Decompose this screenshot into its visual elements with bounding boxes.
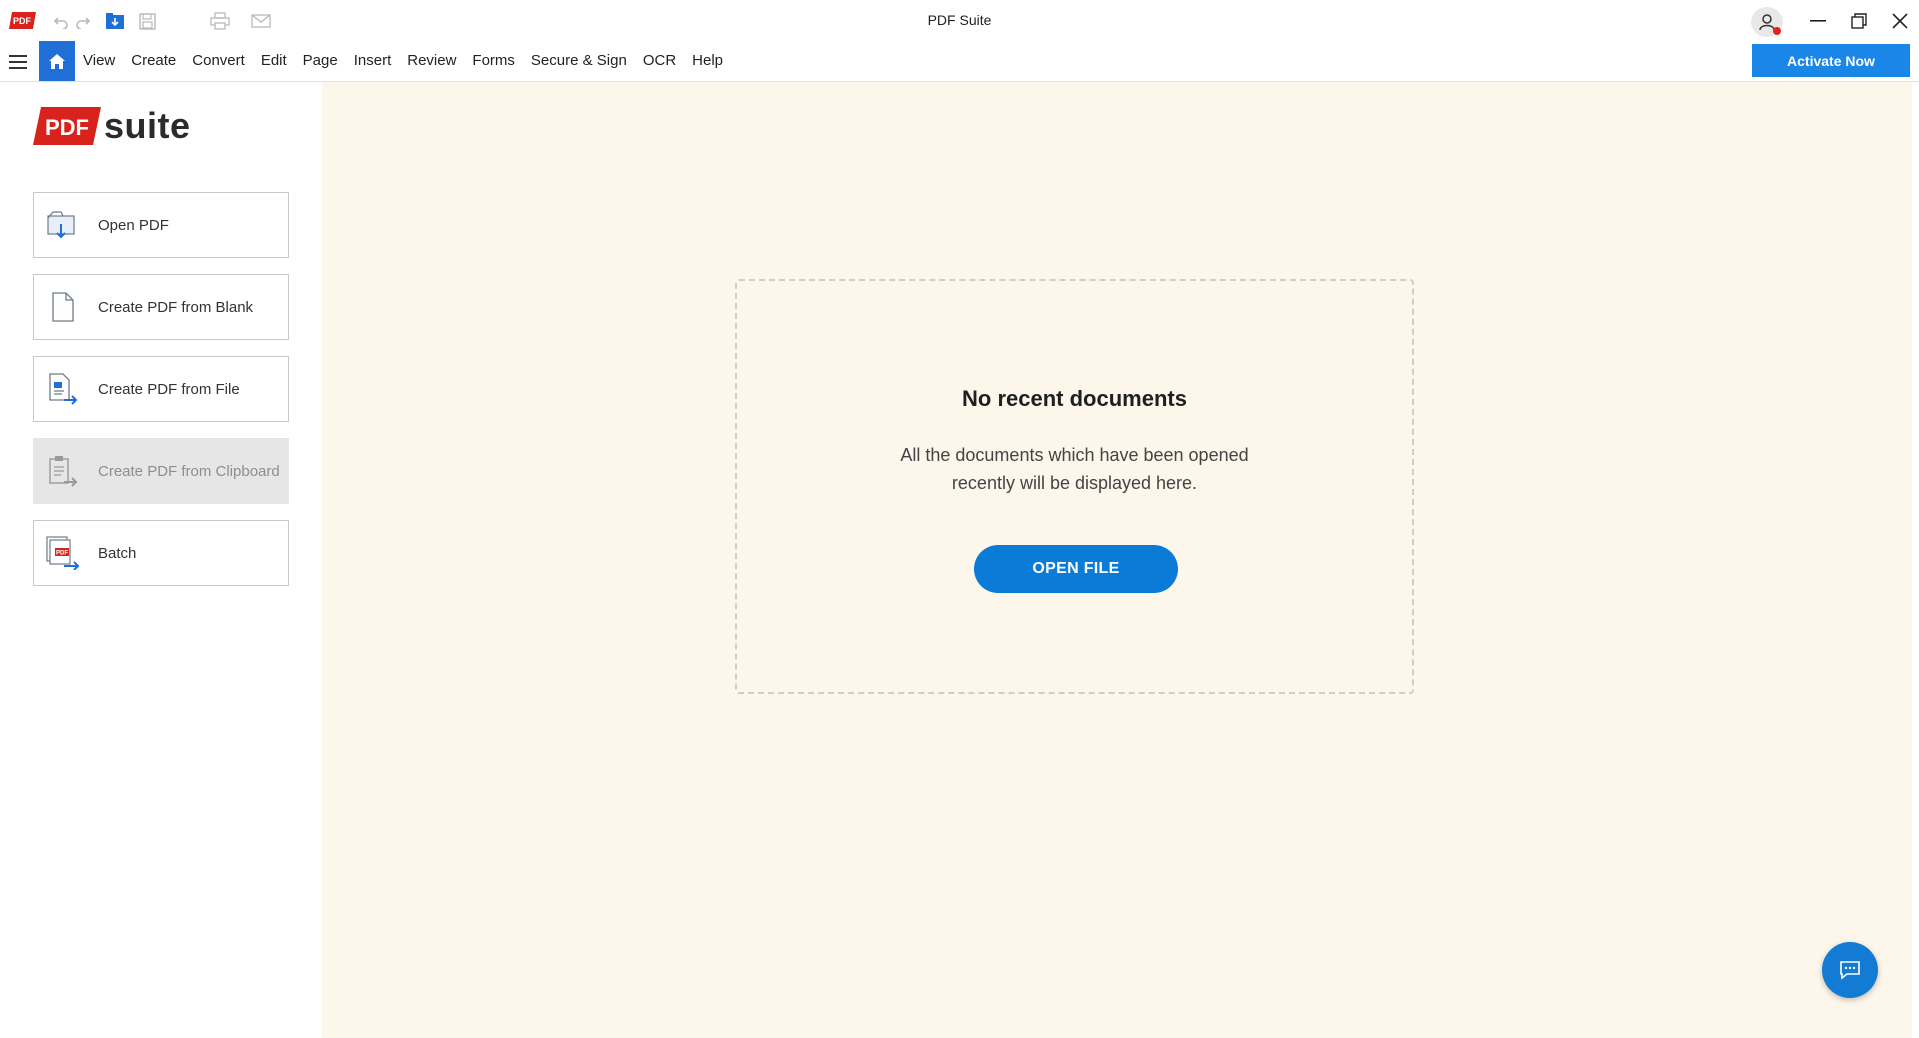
- pdf-badge-logo: PDF: [33, 107, 101, 145]
- empty-state-line-1: All the documents which have been opened: [900, 445, 1249, 465]
- app-logo-icon[interactable]: PDF: [9, 11, 36, 30]
- create-pdf-from-file-button[interactable]: Create PDF from File: [33, 356, 289, 422]
- empty-state-line-2: recently will be displayed here.: [951, 473, 1198, 493]
- chat-icon: [1840, 961, 1860, 980]
- close-icon: [1892, 13, 1908, 29]
- minimize-button[interactable]: [1800, 6, 1836, 36]
- menu-view[interactable]: View: [75, 41, 123, 81]
- title-bar: PDF PDF Suite: [0, 0, 1919, 41]
- open-folder-icon[interactable]: [103, 10, 127, 32]
- notification-dot: [1773, 27, 1781, 35]
- window-title: PDF Suite: [927, 12, 992, 28]
- menu-help[interactable]: Help: [684, 41, 731, 81]
- svg-text:PDF: PDF: [56, 551, 68, 557]
- start-panel: PDF suite Open PDF Create PDF from Blank…: [0, 82, 322, 1038]
- restore-icon: [1851, 13, 1867, 29]
- open-pdf-label: Open PDF: [98, 216, 169, 234]
- print-icon[interactable]: [208, 10, 232, 32]
- menu-create[interactable]: Create: [123, 41, 184, 81]
- svg-text:PDF: PDF: [13, 16, 32, 26]
- menu-secure-sign[interactable]: Secure & Sign: [523, 41, 635, 81]
- file-convert-icon: [46, 372, 80, 406]
- menu-forms[interactable]: Forms: [464, 41, 523, 81]
- open-file-button[interactable]: OPEN FILE: [974, 545, 1178, 593]
- create-pdf-from-blank-button[interactable]: Create PDF from Blank: [33, 274, 289, 340]
- menu-bar: View Create Convert Edit Page Insert Rev…: [0, 41, 1919, 82]
- create-from-clipboard-label: Create PDF from Clipboard: [98, 462, 280, 480]
- window-right-edge: [1912, 82, 1919, 1038]
- menu-items: View Create Convert Edit Page Insert Rev…: [75, 41, 731, 81]
- activate-now-button[interactable]: Activate Now: [1752, 44, 1910, 77]
- menu-ocr[interactable]: OCR: [635, 41, 684, 81]
- redo-icon[interactable]: [71, 10, 95, 32]
- recent-documents-area: No recent documents All the documents wh…: [322, 82, 1919, 1038]
- open-pdf-button[interactable]: Open PDF: [33, 192, 289, 258]
- create-from-file-label: Create PDF from File: [98, 380, 240, 398]
- menu-convert[interactable]: Convert: [184, 41, 253, 81]
- email-icon[interactable]: [249, 10, 273, 32]
- blank-page-icon: [46, 290, 80, 324]
- batch-icon: PDF: [46, 536, 80, 570]
- batch-label: Batch: [98, 544, 137, 562]
- undo-icon[interactable]: [49, 10, 73, 32]
- minimize-icon: [1810, 20, 1826, 22]
- recent-documents-empty-state: No recent documents All the documents wh…: [735, 279, 1414, 694]
- close-button[interactable]: [1882, 6, 1918, 36]
- menu-edit[interactable]: Edit: [253, 41, 295, 81]
- chat-support-button[interactable]: [1822, 942, 1878, 998]
- create-pdf-from-clipboard-button[interactable]: Create PDF from Clipboard: [33, 438, 289, 504]
- menu-review[interactable]: Review: [399, 41, 464, 81]
- save-icon[interactable]: [135, 10, 159, 32]
- home-tab[interactable]: [39, 41, 75, 81]
- open-pdf-icon: [46, 208, 80, 242]
- hamburger-menu-icon[interactable]: [6, 50, 30, 74]
- batch-button[interactable]: PDF Batch: [33, 520, 289, 586]
- brand-word: suite: [104, 105, 191, 146]
- empty-state-title: No recent documents: [962, 386, 1187, 411]
- brand-logo: PDF suite: [33, 104, 191, 148]
- menu-page[interactable]: Page: [295, 41, 346, 81]
- svg-text:PDF: PDF: [45, 115, 89, 140]
- create-blank-label: Create PDF from Blank: [98, 298, 254, 316]
- restore-button[interactable]: [1841, 6, 1877, 36]
- home-icon: [49, 53, 65, 69]
- clipboard-icon: [46, 454, 80, 488]
- menu-insert[interactable]: Insert: [346, 41, 400, 81]
- empty-state-description: All the documents which have been opened…: [737, 441, 1412, 497]
- account-button[interactable]: [1751, 7, 1783, 37]
